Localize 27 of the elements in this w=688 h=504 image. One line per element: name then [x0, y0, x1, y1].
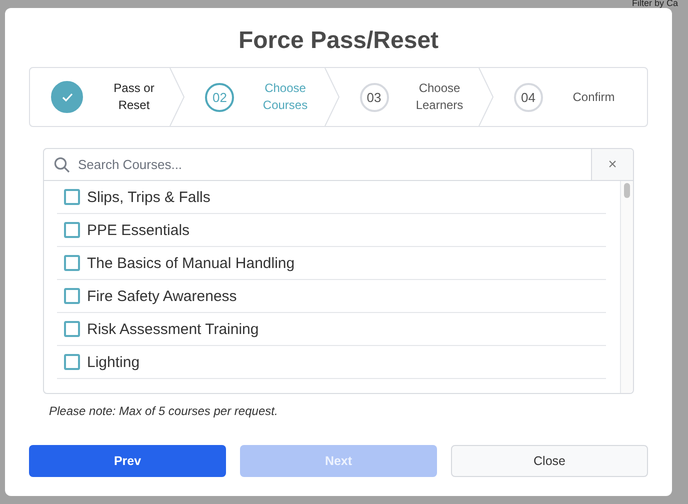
- step-label[interactable]: Pass or Reset: [101, 80, 167, 114]
- search-field[interactable]: Search Courses...: [78, 157, 591, 172]
- step-number: 02: [205, 82, 234, 112]
- note-text: Please note: Max of 5 courses per request.: [49, 404, 279, 418]
- prev-button[interactable]: Prev: [29, 445, 226, 477]
- dialog-title: Force Pass/Reset: [237, 26, 440, 56]
- checkbox[interactable]: [64, 189, 80, 205]
- course-name: Lighting: [87, 354, 140, 370]
- step-label[interactable]: Choose Learners: [406, 80, 472, 114]
- step-number: 04: [514, 82, 543, 112]
- checkbox[interactable]: [64, 321, 80, 337]
- search-icon: [54, 156, 70, 172]
- clear-button[interactable]: ×: [591, 149, 633, 180]
- scrollbar[interactable]: [620, 181, 633, 393]
- course-name: The Basics of Manual Handling: [87, 254, 295, 272]
- course-name: Risk Assessment Training: [87, 320, 259, 338]
- close-button[interactable]: Close: [451, 445, 648, 477]
- step-label[interactable]: Confirm: [560, 88, 627, 106]
- checkbox[interactable]: [64, 288, 80, 304]
- check-icon: [62, 92, 72, 102]
- course-name: PPE Essentials: [87, 222, 190, 238]
- step-number: 03: [360, 82, 388, 112]
- checkbox[interactable]: [64, 222, 80, 238]
- checkbox[interactable]: [64, 255, 80, 271]
- course-name: Slips, Trips & Falls: [87, 188, 210, 206]
- checkbox[interactable]: [64, 354, 80, 370]
- course-name: Fire Safety Awareness: [87, 288, 237, 304]
